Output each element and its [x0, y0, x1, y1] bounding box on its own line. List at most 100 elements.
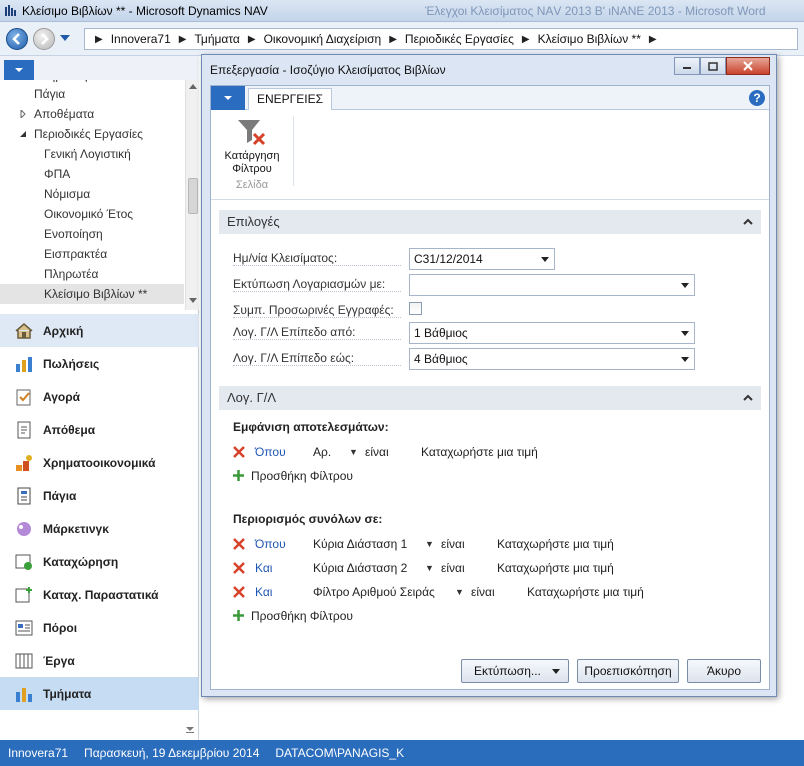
nav-item[interactable]: Καταχώρηση	[0, 545, 199, 578]
tree-item-label: Οικονομικό Έτος	[44, 207, 134, 221]
field-dropdown-icon[interactable]: ▼	[425, 539, 434, 549]
back-button[interactable]	[6, 28, 28, 50]
breadcrumb-separator-icon[interactable]: ▶	[522, 34, 530, 45]
scrollbar-thumb[interactable]	[188, 178, 198, 214]
tree-item[interactable]: Νόμισμα	[0, 184, 184, 204]
chevron-down-icon[interactable]	[552, 669, 560, 674]
breadcrumb-item[interactable]: Τμήματα	[194, 32, 239, 46]
filter-value-input[interactable]: Καταχωρήστε μια τιμή	[497, 561, 614, 575]
preview-button[interactable]: Προεπισκόπηση	[577, 659, 679, 683]
nav-item[interactable]: Πόροι	[0, 611, 199, 644]
tab-actions[interactable]: ΕΝΕΡΓΕΙΕΣ	[248, 88, 333, 111]
print-button[interactable]: Εκτύπωση...	[461, 659, 569, 683]
nav-item[interactable]: Πάγια	[0, 479, 199, 512]
add-filter-link[interactable]: Προσθήκη Φίλτρου	[251, 469, 353, 483]
tree-item[interactable]: Γενική Λογιστική	[0, 144, 184, 164]
nav-item[interactable]: Απόθεμα	[0, 413, 199, 446]
include-temp-checkbox[interactable]	[409, 302, 422, 315]
dialog-title: Επεξεργασία - Ισοζύγιο Κλεισίματος Βιβλί…	[210, 63, 446, 77]
nav-item[interactable]: Πωλήσεις	[0, 347, 199, 380]
dialog-menu-button[interactable]	[211, 86, 245, 110]
request-page-dialog: Επεξεργασία - Ισοζύγιο Κλεισίματος Βιβλί…	[201, 54, 777, 697]
tree-item[interactable]: Ενοποίηση	[0, 224, 184, 244]
breadcrumb-item[interactable]: Κλείσιμο Βιβλίων **	[538, 32, 641, 46]
breadcrumb-separator-icon[interactable]: ▶	[179, 34, 187, 45]
nav-item[interactable]: Καταχ. Παραστατικά	[0, 578, 199, 611]
tree-item[interactable]: ΦΠΑ	[0, 164, 184, 184]
filter-field[interactable]: Φίλτρο Αριθμού Σειράς	[313, 585, 435, 599]
nav-item-label: Πάγια	[43, 488, 77, 503]
remove-filter-icon[interactable]	[233, 538, 245, 550]
dropdown-arrow-icon[interactable]	[541, 257, 549, 262]
clear-filter-button[interactable]: Κατάργηση Φίλτρου	[215, 116, 289, 176]
level-from-select[interactable]: 1 Βάθμιος	[409, 322, 695, 344]
add-filter-link[interactable]: Προσθήκη Φίλτρου	[251, 609, 353, 623]
help-icon[interactable]: ?	[749, 90, 765, 106]
breadcrumb-separator-icon[interactable]: ▶	[649, 34, 657, 45]
breadcrumb-item[interactable]: Περιοδικές Εργασίες	[405, 32, 514, 46]
dropdown-arrow-icon[interactable]	[681, 283, 689, 288]
maximize-button[interactable]	[700, 57, 726, 75]
close-button[interactable]	[726, 57, 770, 75]
dropdown-arrow-icon[interactable]	[681, 357, 689, 362]
filter-value-input[interactable]: Καταχωρήστε μια τιμή	[421, 445, 538, 459]
nav-item[interactable]: Αγορά	[0, 380, 199, 413]
application-menu-button[interactable]	[4, 60, 34, 80]
closing-date-field[interactable]: C31/12/2014	[409, 248, 555, 270]
filter-operator: είναι	[365, 445, 389, 459]
expanded-node-icon[interactable]	[19, 130, 27, 138]
breadcrumb-item[interactable]: Οικονομική Διαχείριση	[264, 32, 382, 46]
add-filter-row[interactable]: Προσθήκη Φίλτρου	[233, 606, 433, 626]
window-title: Κλείσιμο Βιβλίων ** - Microsoft Dynamics…	[22, 4, 268, 18]
nav-item[interactable]: Χρηματοοικονομικά	[0, 446, 199, 479]
remove-filter-icon[interactable]	[233, 446, 245, 458]
filter-conjunction: Και	[255, 561, 273, 575]
scroll-down-icon[interactable]	[189, 298, 197, 303]
minimize-button[interactable]	[674, 57, 700, 75]
breadcrumb-separator-icon[interactable]: ▶	[248, 34, 256, 45]
tree-item-label: Αποθέματα	[34, 107, 95, 121]
dropdown-arrow-icon[interactable]	[681, 331, 689, 336]
remove-filter-icon[interactable]	[233, 562, 245, 574]
nav-item[interactable]: Μάρκετινγκ	[0, 512, 199, 545]
print-accounts-select[interactable]	[409, 274, 695, 296]
tree-item[interactable]: Περιοδικές Εργασίες	[0, 124, 184, 144]
tree-scrollbar[interactable]	[185, 80, 199, 310]
ribbon: Κατάργηση Φίλτρου Σελίδα	[211, 110, 769, 200]
filter-value-input[interactable]: Καταχωρήστε μια τιμή	[527, 585, 644, 599]
breadcrumb-separator-icon[interactable]: ▶	[95, 34, 103, 45]
nav-item[interactable]: Τμήματα	[0, 677, 199, 710]
remove-filter-icon[interactable]	[233, 586, 245, 598]
breadcrumb-item[interactable]: Innovera71	[111, 32, 171, 46]
tree-item[interactable]: Πληρωτέα	[0, 264, 184, 284]
nav-item[interactable]: Έργα	[0, 644, 199, 677]
finance-icon	[14, 453, 34, 473]
tree-item[interactable]: Εισπρακτέα	[0, 244, 184, 264]
level-to-row: Λογ. Γ/Λ Επίπεδο εώς: 4 Βάθμιος	[233, 348, 713, 370]
configure-buttons-icon[interactable]	[186, 726, 194, 734]
tree-item-partial[interactable]: Πληρωτές	[34, 80, 87, 82]
level-to-select[interactable]: 4 Βάθμιος	[409, 348, 695, 370]
add-filter-row[interactable]: Προσθήκη Φίλτρου	[233, 466, 433, 486]
tree-item[interactable]: Αποθέματα	[0, 104, 184, 124]
field-dropdown-icon[interactable]: ▼	[425, 563, 434, 573]
filter-field[interactable]: Κύρια Διάσταση 1	[313, 537, 407, 551]
nav-item-label: Αρχική	[43, 323, 84, 338]
field-dropdown-icon[interactable]: ▼	[349, 447, 358, 457]
tree-item[interactable]: Πάγια	[0, 84, 184, 104]
scroll-up-icon[interactable]	[189, 84, 197, 89]
collapsed-node-icon[interactable]	[19, 110, 27, 118]
forward-button[interactable]	[33, 28, 55, 50]
gl-section-header[interactable]: Λογ. Γ/Λ	[219, 386, 761, 410]
cancel-button[interactable]: Άκυρο	[687, 659, 761, 683]
filter-value-input[interactable]: Καταχωρήστε μια τιμή	[497, 537, 614, 551]
filter-field[interactable]: Αρ.	[313, 445, 331, 459]
field-dropdown-icon[interactable]: ▼	[455, 587, 464, 597]
tree-item[interactable]: Κλείσιμο Βιβλίων **	[0, 284, 184, 304]
nav-item[interactable]: Αρχική	[0, 314, 199, 347]
filter-field[interactable]: Κύρια Διάσταση 2	[313, 561, 407, 575]
history-dropdown-icon[interactable]	[60, 35, 70, 41]
tree-item[interactable]: Οικονομικό Έτος	[0, 204, 184, 224]
options-section-header[interactable]: Επιλογές	[219, 210, 761, 234]
breadcrumb-separator-icon[interactable]: ▶	[389, 34, 397, 45]
